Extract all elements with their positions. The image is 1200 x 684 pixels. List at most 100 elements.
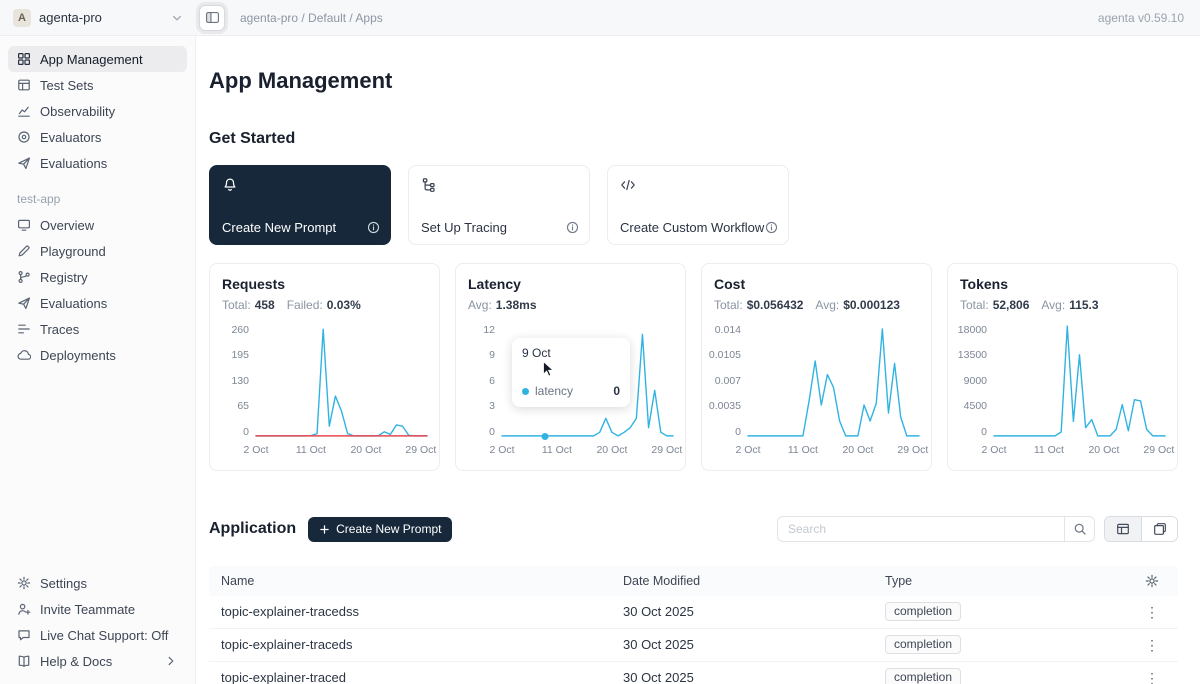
sidebar-item-overview[interactable]: Overview [8,212,187,238]
chart-tooltip: 9 Octlatency0 [512,338,630,407]
table-view-button[interactable] [1105,517,1141,541]
column-type[interactable]: Type [873,574,1126,588]
row-menu-button[interactable]: ⋮ [1145,638,1159,652]
sidebar-item-label: Observability [40,104,115,119]
x-tick-label: 20 Oct [596,444,627,456]
column-name[interactable]: Name [209,574,611,588]
sidebar-item-label: Traces [40,322,79,337]
x-tick-label: 11 Oct [1034,444,1064,456]
stat-card-cost: CostTotal:$0.056432Avg:$0.0001230.0140.0… [701,263,932,471]
hover-point [541,433,548,440]
sidebar-item-evaluations[interactable]: Evaluations [8,150,187,176]
sidebar: App Management Test Sets Observability Eval… [0,36,196,684]
info-icon[interactable] [765,221,778,234]
chart-plot-tokens[interactable] [994,325,1165,437]
x-tick-label: 11 Oct [296,444,326,456]
chevron-down-icon [170,11,184,25]
x-axis: 2 Oct11 Oct20 Oct29 Oct [256,444,427,458]
sidebar-item-live-chat-support-off[interactable]: Live Chat Support: Off [8,622,187,648]
stat-label: Avg: [1041,298,1065,312]
card-label: Set Up Tracing [421,220,507,235]
sidebar-item-observability[interactable]: Observability [8,98,187,124]
application-bar: Application Create New Prompt [209,507,1178,552]
type-badge: completion [885,635,961,654]
row-menu-button[interactable]: ⋮ [1145,605,1159,619]
send-icon [17,296,31,310]
search-button[interactable] [1064,517,1094,541]
stat-card-title: Requests [222,276,427,292]
sidebar-item-label: Evaluations [40,156,107,171]
stat-card-latency: LatencyAvg:1.38ms1296302 Oct11 Oct20 Oct… [455,263,686,471]
card-label: Create New Prompt [222,220,336,235]
x-axis: 2 Oct11 Oct20 Oct29 Oct [994,444,1165,458]
stat-card-stats: Total:458Failed:0.03% [222,298,427,312]
y-tick-label: 0 [981,427,987,438]
user-plus-icon [17,602,31,616]
sidebar-item-label: Test Sets [40,78,93,93]
sidebar-item-traces[interactable]: Traces [8,316,187,342]
stat-card-title: Cost [714,276,919,292]
sidebar-item-registry[interactable]: Registry [8,264,187,290]
chart-plot-cost[interactable] [748,325,919,437]
y-tick-label: 260 [231,325,249,336]
y-tick-label: 195 [231,350,249,361]
cell-name[interactable]: topic-explainer-traceds [209,637,611,652]
sidebar-item-settings[interactable]: Settings [8,570,187,596]
search-box [777,516,1095,542]
stat-card-title: Latency [468,276,673,292]
sidebar-item-test-sets[interactable]: Test Sets [8,72,187,98]
column-date-modified[interactable]: Date Modified [611,574,873,588]
card-view-icon [1153,522,1167,536]
x-tick-label: 29 Oct [651,444,682,456]
sidebar-item-label: Registry [40,270,88,285]
workspace-selector[interactable]: A agenta-pro [0,9,196,27]
sidebar-nav-bottom: SettingsInvite Teammate Live Chat Support… [8,570,187,674]
y-tick-label: 0.014 [715,325,741,336]
gear-icon [17,576,31,590]
tooltip-value: 0 [613,384,620,398]
y-tick-label: 0 [735,427,741,438]
cell-name[interactable]: topic-explainer-tracedss [209,604,611,619]
send-icon [17,156,31,170]
x-tick-label: 2 Oct [981,444,1006,456]
sidebar-item-playground[interactable]: Playground [8,238,187,264]
chart-plot-requests[interactable] [256,325,427,437]
y-axis: 129630 [468,325,502,437]
get-started-card-set-up-tracing[interactable]: Set Up Tracing [408,165,590,245]
sidebar-item-label: Overview [40,218,94,233]
stat-value: 115.3 [1069,298,1098,312]
search-input[interactable] [778,522,1064,536]
y-tick-label: 18000 [958,325,987,336]
get-started-card-create-custom-workflow[interactable]: Create Custom Workflow [607,165,789,245]
info-icon[interactable] [566,221,579,234]
sidebar-panel-icon [205,10,220,25]
x-tick-label: 2 Oct [243,444,268,456]
table-row[interactable]: topic-explainer-tracedss30 Oct 2025compl… [209,596,1178,629]
row-menu-button[interactable]: ⋮ [1145,671,1159,684]
create-button-label: Create New Prompt [336,522,441,536]
sidebar-toggle-button[interactable] [199,5,225,31]
column-settings-button[interactable] [1126,574,1178,588]
get-started-cards: Create New Prompt Set Up Tracing Create Cu… [209,165,1178,245]
create-new-prompt-button[interactable]: Create New Prompt [308,517,452,542]
sidebar-item-label: Live Chat Support: Off [40,628,168,643]
y-tick-label: 4500 [964,401,987,412]
card-view-button[interactable] [1141,517,1177,541]
cell-name[interactable]: topic-explainer-traced [209,670,611,684]
sidebar-item-help-docs[interactable]: Help & Docs [8,648,187,674]
y-tick-label: 65 [237,401,249,412]
stat-label: Failed: [287,298,323,312]
table-row[interactable]: topic-explainer-traceds30 Oct 2025comple… [209,629,1178,662]
get-started-card-create-new-prompt[interactable]: Create New Prompt [209,165,391,245]
table-row[interactable]: topic-explainer-traced30 Oct 2025complet… [209,662,1178,684]
sidebar-item-app-management[interactable]: App Management [8,46,187,72]
sidebar-item-deployments[interactable]: Deployments [8,342,187,368]
info-icon[interactable] [367,221,380,234]
sidebar-item-evaluators[interactable]: Evaluators [8,124,187,150]
sidebar-item-invite-teammate[interactable]: Invite Teammate [8,596,187,622]
breadcrumb[interactable]: agenta-pro / Default / Apps [240,11,383,25]
sidebar-item-evaluations[interactable]: Evaluations [8,290,187,316]
apps-table: Name Date Modified Type topic-explainer-… [209,566,1178,684]
app-version: agenta v0.59.10 [1098,11,1184,25]
x-tick-label: 2 Oct [489,444,514,456]
